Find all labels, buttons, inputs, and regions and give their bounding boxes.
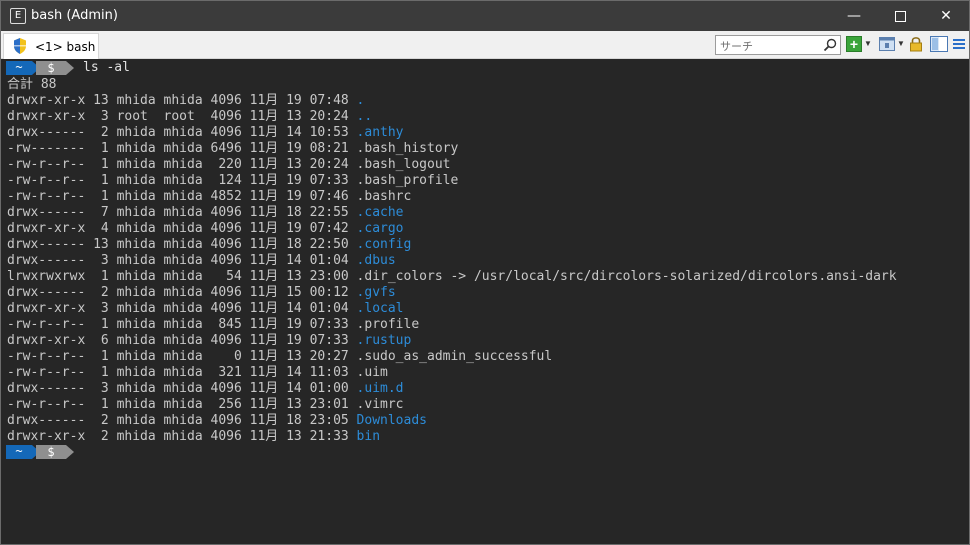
listing-row: drwx------ 3 mhida mhida 4096 11月 14 01:… xyxy=(7,253,396,269)
tab-bash[interactable]: <1> bash xyxy=(3,33,99,59)
directory-name: . xyxy=(356,93,365,108)
entry-meta: drwxr-xr-x 3 root root 4096 11月 13 20:24 xyxy=(7,109,357,124)
directory-name: .cache xyxy=(356,205,404,220)
entry-meta: drwxr-xr-x 13 mhida mhida 4096 11月 19 07… xyxy=(7,93,357,108)
tab-label: <1> bash xyxy=(35,40,96,54)
chevron-down-icon[interactable]: ▼ xyxy=(864,36,872,52)
new-console-button[interactable]: + xyxy=(846,36,862,52)
directory-name: .rustup xyxy=(356,333,412,348)
directory-name: .config xyxy=(356,237,412,252)
menu-icon[interactable] xyxy=(952,36,966,52)
listing-row: drwx------ 2 mhida mhida 4096 11月 15 00:… xyxy=(7,285,396,301)
listing-row: drwxr-xr-x 4 mhida mhida 4096 11月 19 07:… xyxy=(7,221,404,237)
listing-row: drwx------ 7 mhida mhida 4096 11月 18 22:… xyxy=(7,205,404,221)
command-text: ls -al xyxy=(83,60,130,75)
entry-meta: drwx------ 3 mhida mhida 4096 11月 14 01:… xyxy=(7,253,357,268)
directory-name: .dbus xyxy=(356,253,396,268)
entry-meta: -rw-r--r-- 1 mhida mhida 321 11月 14 11:0… xyxy=(7,365,357,380)
file-name: .profile xyxy=(356,317,420,332)
file-name: .sudo_as_admin_successful xyxy=(356,349,553,364)
split-pane-icon[interactable] xyxy=(930,36,948,52)
file-name: .bash_logout xyxy=(356,157,451,172)
entry-meta: -rw-r--r-- 1 mhida mhida 4852 11月 19 07:… xyxy=(7,189,357,204)
maximize-button[interactable] xyxy=(877,1,923,31)
prompt-home: ~ xyxy=(6,61,32,75)
entry-meta: drwxr-xr-x 6 mhida mhida 4096 11月 19 07:… xyxy=(7,333,357,348)
listing-row: -rw------- 1 mhida mhida 6496 11月 19 08:… xyxy=(7,141,458,157)
entry-meta: drwx------ 13 mhida mhida 4096 11月 18 22… xyxy=(7,237,357,252)
file-name: .bash_history xyxy=(356,141,459,156)
entry-meta: -rw-r--r-- 1 mhida mhida 220 11月 13 20:2… xyxy=(7,157,357,172)
search-icon[interactable] xyxy=(823,38,837,52)
listing-row: -rw-r--r-- 1 mhida mhida 845 11月 19 07:3… xyxy=(7,317,419,333)
prompt-symbol: $ xyxy=(36,61,66,75)
chevron-down-icon[interactable]: ▼ xyxy=(897,36,905,52)
directory-name: .cargo xyxy=(356,221,404,236)
directory-name: Downloads xyxy=(356,413,427,428)
listing-row: lrwxrwxrwx 1 mhida mhida 54 11月 13 23:00… xyxy=(7,269,897,285)
file-name: .bash_profile xyxy=(356,173,459,188)
entry-meta: drwx------ 3 mhida mhida 4096 11月 14 01:… xyxy=(7,381,357,396)
console-icon[interactable] xyxy=(879,36,895,52)
total-line: 合計 88 xyxy=(7,77,57,92)
shield-icon xyxy=(14,38,26,54)
entry-meta: -rw-r--r-- 1 mhida mhida 124 11月 19 07:3… xyxy=(7,173,357,188)
prompt-symbol: $ xyxy=(36,445,66,459)
minimize-icon: — xyxy=(847,8,861,24)
file-name: .uim xyxy=(356,365,388,380)
listing-row: drwxr-xr-x 3 root root 4096 11月 13 20:24… xyxy=(7,109,372,125)
directory-name: bin xyxy=(356,429,381,444)
listing-row: drwx------ 13 mhida mhida 4096 11月 18 22… xyxy=(7,237,411,253)
directory-name: .anthy xyxy=(356,125,404,140)
entry-meta: -rw-r--r-- 1 mhida mhida 256 11月 13 23:0… xyxy=(7,397,357,412)
title-bar[interactable]: E bash (Admin) — ✕ xyxy=(1,1,969,31)
entry-meta: -rw------- 1 mhida mhida 6496 11月 19 08:… xyxy=(7,141,357,156)
entry-meta: drwx------ 2 mhida mhida 4096 11月 14 10:… xyxy=(7,125,357,140)
listing-row: drwxr-xr-x 3 mhida mhida 4096 11月 14 01:… xyxy=(7,301,404,317)
directory-name: .. xyxy=(356,109,373,124)
conemu-window: E bash (Admin) — ✕ <1> bash サーチ + ▼ ▼ ~ … xyxy=(0,0,970,545)
listing-row: -rw-r--r-- 1 mhida mhida 124 11月 19 07:3… xyxy=(7,173,458,189)
entry-meta: drwxr-xr-x 2 mhida mhida 4096 11月 13 21:… xyxy=(7,429,357,444)
listing-row: -rw-r--r-- 1 mhida mhida 0 11月 13 20:27 … xyxy=(7,349,552,365)
close-button[interactable]: ✕ xyxy=(923,1,969,31)
entry-meta: drwx------ 2 mhida mhida 4096 11月 15 00:… xyxy=(7,285,357,300)
close-icon: ✕ xyxy=(940,8,952,24)
listing-row: -rw-r--r-- 1 mhida mhida 321 11月 14 11:0… xyxy=(7,365,388,381)
listing-row: drwxr-xr-x 2 mhida mhida 4096 11月 13 21:… xyxy=(7,429,380,445)
window-title: bash (Admin) xyxy=(31,8,118,23)
listing-row: drwx------ 3 mhida mhida 4096 11月 14 01:… xyxy=(7,381,404,397)
entry-meta: drwx------ 7 mhida mhida 4096 11月 18 22:… xyxy=(7,205,357,220)
entry-meta: -rw-r--r-- 1 mhida mhida 845 11月 19 07:3… xyxy=(7,317,357,332)
prompt-home: ~ xyxy=(6,445,32,459)
app-icon[interactable]: E xyxy=(10,8,26,24)
minimize-button[interactable]: — xyxy=(831,1,877,31)
search-input[interactable]: サーチ xyxy=(715,35,841,55)
listing-row: drwxr-xr-x 13 mhida mhida 4096 11月 19 07… xyxy=(7,93,364,109)
listing-row: -rw-r--r-- 1 mhida mhida 4852 11月 19 07:… xyxy=(7,189,411,205)
entry-meta: -rw-r--r-- 1 mhida mhida 0 11月 13 20:27 xyxy=(7,349,357,364)
listing-row: drwxr-xr-x 6 mhida mhida 4096 11月 19 07:… xyxy=(7,333,411,349)
terminal-area[interactable]: ~ $ ls -al 合計 88 drwxr-xr-x 13 mhida mhi… xyxy=(1,59,969,544)
listing-row: drwx------ 2 mhida mhida 4096 11月 18 23:… xyxy=(7,413,427,429)
search-placeholder: サーチ xyxy=(720,40,753,53)
lock-icon[interactable] xyxy=(909,36,923,52)
listing-row: -rw-r--r-- 1 mhida mhida 256 11月 13 23:0… xyxy=(7,397,404,413)
directory-name: .gvfs xyxy=(356,285,396,300)
maximize-icon xyxy=(894,10,906,22)
entry-meta: drwx------ 2 mhida mhida 4096 11月 18 23:… xyxy=(7,413,357,428)
file-name: .bashrc xyxy=(356,189,412,204)
prompt-end xyxy=(66,61,74,75)
prompt-end xyxy=(66,445,74,459)
file-name: .vimrc xyxy=(356,397,404,412)
entry-meta: drwxr-xr-x 3 mhida mhida 4096 11月 14 01:… xyxy=(7,301,357,316)
entry-meta: lrwxrwxrwx 1 mhida mhida 54 11月 13 23:00 xyxy=(7,269,357,284)
listing-row: -rw-r--r-- 1 mhida mhida 220 11月 13 20:2… xyxy=(7,157,450,173)
listing-row: drwx------ 2 mhida mhida 4096 11月 14 10:… xyxy=(7,125,404,141)
directory-name: .uim.d xyxy=(356,381,404,396)
directory-name: .local xyxy=(356,301,404,316)
entry-meta: drwxr-xr-x 4 mhida mhida 4096 11月 19 07:… xyxy=(7,221,357,236)
file-name: .dir_colors -> /usr/local/src/dircolors-… xyxy=(356,269,897,284)
